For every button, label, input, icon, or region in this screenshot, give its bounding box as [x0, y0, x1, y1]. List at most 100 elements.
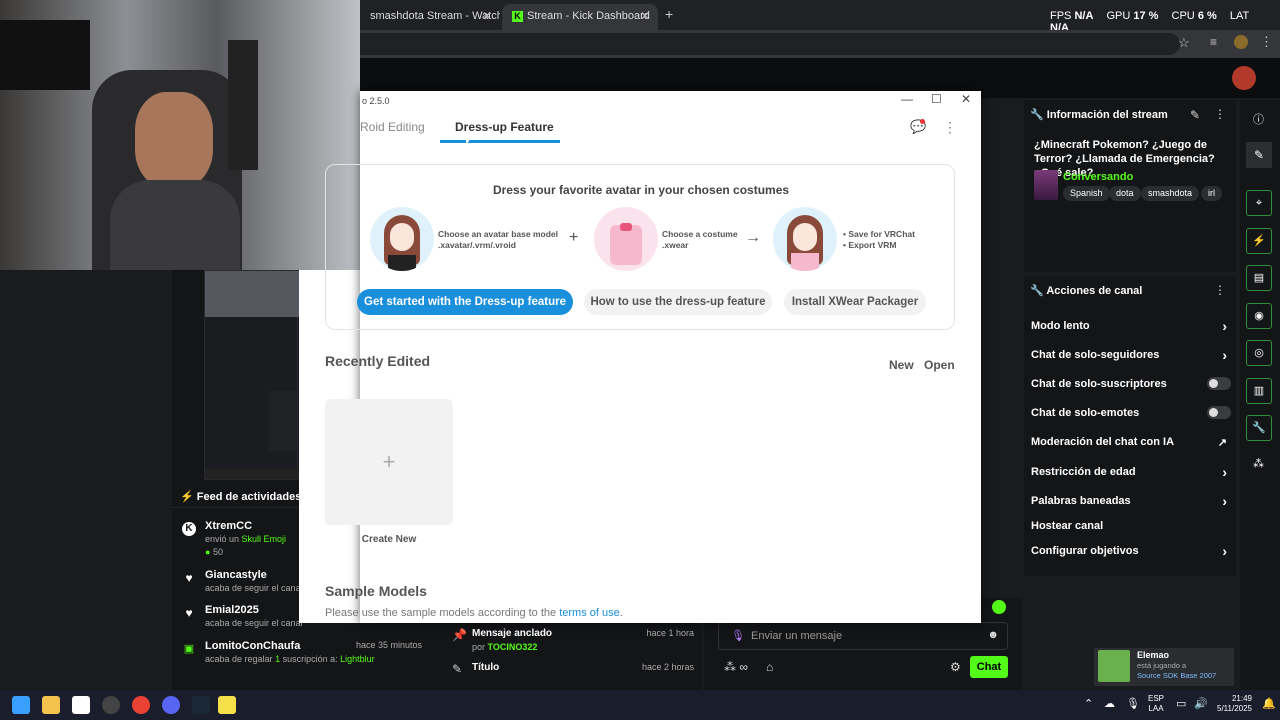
vroid-studio-window: o 2.5.0 — ☐ ✕ Roid Editing Dress-up Feat…: [325, 91, 981, 623]
tab-kick-dashboard[interactable]: K Stream - Kick Dashboard ✕: [502, 4, 658, 30]
host-channel-item[interactable]: Hostear canal: [1031, 520, 1231, 532]
chat-bubble-icon[interactable]: ◉: [1246, 303, 1272, 329]
costume-avatar: [594, 207, 658, 271]
notification-dot: [920, 119, 925, 124]
kick-icon: K: [182, 522, 196, 536]
emotes-only-toggle[interactable]: [1207, 406, 1231, 419]
tab-smashdota[interactable]: smashdota Stream - Watch Live ✕: [360, 4, 500, 30]
minimize-icon[interactable]: —: [901, 92, 913, 106]
banned-words-item[interactable]: Palabras baneadas ›: [1031, 493, 1231, 509]
chevron-right-icon: ›: [1222, 464, 1227, 480]
chrome-icon[interactable]: [132, 696, 150, 714]
windows-start-icon[interactable]: [12, 696, 30, 714]
tag-chip: Spanish: [1063, 186, 1110, 201]
clock[interactable]: 21:49 5/11/2025: [1212, 694, 1252, 714]
apps-icon[interactable]: ⁂: [1253, 457, 1264, 470]
stream-category[interactable]: Conversando: [1063, 171, 1133, 183]
volume-icon[interactable]: 🔊: [1194, 697, 1208, 710]
preview-taskbar: [205, 469, 299, 479]
tab-label: Stream - Kick Dashboard: [527, 10, 650, 22]
active-tab-indicator: [440, 140, 560, 143]
lightning-icon[interactable]: ⚡: [1246, 228, 1272, 254]
install-xwear-button[interactable]: Install XWear Packager: [784, 289, 926, 315]
edit-mode-icon[interactable]: ✎: [1246, 142, 1272, 168]
tray-chevron-icon[interactable]: ⌃: [1084, 697, 1093, 710]
more-options-icon[interactable]: ⋮: [1214, 283, 1226, 297]
chat-send-button[interactable]: Chat: [970, 656, 1008, 678]
layout-icon[interactable]: ▥: [1246, 378, 1272, 404]
right-icon-rail: ⓘ ✎ ⌖ ⚡ ▤ ◉ ◎ ▥ 🔧 ⁂: [1240, 100, 1280, 690]
chat-message-input[interactable]: 🎙 Enviar un mensaje ☻: [718, 622, 1008, 650]
tab-roid-editing[interactable]: Roid Editing: [360, 120, 425, 134]
notes-icon[interactable]: ▤: [1246, 265, 1272, 291]
broadcast-icon[interactable]: ◎: [1246, 340, 1272, 366]
ai-moderation-item[interactable]: Moderación del chat con IA ↗: [1031, 436, 1231, 449]
cloud-icon[interactable]: ☁: [1104, 697, 1115, 710]
file-explorer-icon[interactable]: [42, 696, 60, 714]
wrench-icon: 🔧: [1030, 285, 1044, 297]
close-window-icon[interactable]: ✕: [961, 92, 971, 106]
heart-icon: ♥: [185, 571, 193, 585]
profile-avatar[interactable]: [1234, 35, 1248, 49]
how-to-use-button[interactable]: How to use the dress-up feature: [584, 289, 772, 315]
lightning-icon: ⚡: [180, 491, 194, 503]
chat-tools-icon[interactable]: ⁂ ∞: [724, 660, 748, 674]
network-icon[interactable]: ▭: [1176, 697, 1186, 710]
close-tab-icon[interactable]: ✕: [482, 9, 492, 23]
maximize-icon[interactable]: ☐: [931, 92, 942, 106]
store-icon[interactable]: ⌂: [766, 660, 773, 674]
create-new-tile[interactable]: +: [325, 399, 453, 525]
wrench-icon: 🔧: [1030, 109, 1044, 121]
open-button[interactable]: Open: [924, 358, 955, 372]
tag-chip: dota: [1109, 186, 1141, 201]
configure-goals-item[interactable]: Configurar objetivos ›: [1031, 543, 1231, 559]
microphone-icon[interactable]: 🎙: [1126, 697, 1140, 710]
address-bar-row: ☆ ≡ ⋮: [360, 30, 1280, 58]
dress-up-card: Dress your favorite avatar in your chose…: [325, 164, 955, 330]
obs-icon[interactable]: [102, 696, 120, 714]
steam-icon[interactable]: [192, 696, 210, 714]
kicks-icon: ●: [205, 547, 211, 557]
emoji-picker-icon[interactable]: ☻: [987, 629, 999, 641]
edit-pencil-icon[interactable]: ✎: [1190, 108, 1200, 122]
address-field[interactable]: [360, 33, 1180, 55]
focus-icon[interactable]: ⌖: [1246, 190, 1272, 216]
emote-icon[interactable]: [992, 600, 1006, 614]
followers-only-item[interactable]: Chat de solo-seguidores ›: [1031, 347, 1231, 363]
microphone-icon[interactable]: 🎙: [731, 629, 745, 642]
stream-info-header: 🔧 Información del stream: [1030, 109, 1168, 121]
new-tab-button[interactable]: +: [665, 6, 673, 22]
subscribers-only-toggle[interactable]: [1207, 377, 1231, 390]
person-face: [135, 92, 213, 188]
chevron-right-icon: ›: [1222, 493, 1227, 509]
tab-dress-up-feature[interactable]: Dress-up Feature: [455, 120, 554, 134]
input-language[interactable]: ESP LAA: [1148, 694, 1164, 714]
dressed-avatar: [773, 207, 837, 271]
more-options-icon[interactable]: ⋮: [1214, 107, 1226, 121]
media-control-icon[interactable]: ≡: [1210, 35, 1217, 49]
slow-mode-item[interactable]: Modo lento ›: [1031, 318, 1231, 334]
get-started-button[interactable]: Get started with the Dress-up feature: [357, 289, 573, 315]
kick-app-icon[interactable]: [72, 696, 90, 714]
mouse-cursor: [466, 135, 472, 146]
user-avatar[interactable]: [1232, 66, 1256, 90]
discord-icon[interactable]: [162, 696, 180, 714]
info-icon[interactable]: ⓘ: [1253, 111, 1264, 127]
steam-notification[interactable]: Elemao está jugando a Source SDK Base 20…: [1094, 648, 1234, 686]
browser-menu-icon[interactable]: ⋮: [1260, 34, 1273, 50]
age-restriction-item[interactable]: Restricción de edad ›: [1031, 464, 1231, 480]
bookmark-star-icon[interactable]: ☆: [1178, 35, 1190, 51]
settings-gear-icon[interactable]: ⚙: [950, 660, 961, 674]
wrench-icon[interactable]: 🔧: [1246, 415, 1272, 441]
emotes-only-item: Chat de solo-emotes: [1031, 406, 1231, 419]
close-tab-icon[interactable]: ✕: [640, 9, 650, 23]
new-button[interactable]: New: [889, 358, 914, 372]
pin-icon: 📌: [452, 628, 467, 642]
punching-bag: [228, 40, 258, 170]
terms-of-use-link[interactable]: terms of use: [559, 607, 620, 619]
friend-avatar: [1098, 650, 1130, 682]
notification-center-icon[interactable]: 🔔: [1262, 697, 1276, 710]
subscribers-only-item: Chat de solo-suscriptores: [1031, 377, 1231, 390]
more-options-icon[interactable]: ⋮: [943, 119, 957, 136]
vroid-icon[interactable]: [218, 696, 236, 714]
